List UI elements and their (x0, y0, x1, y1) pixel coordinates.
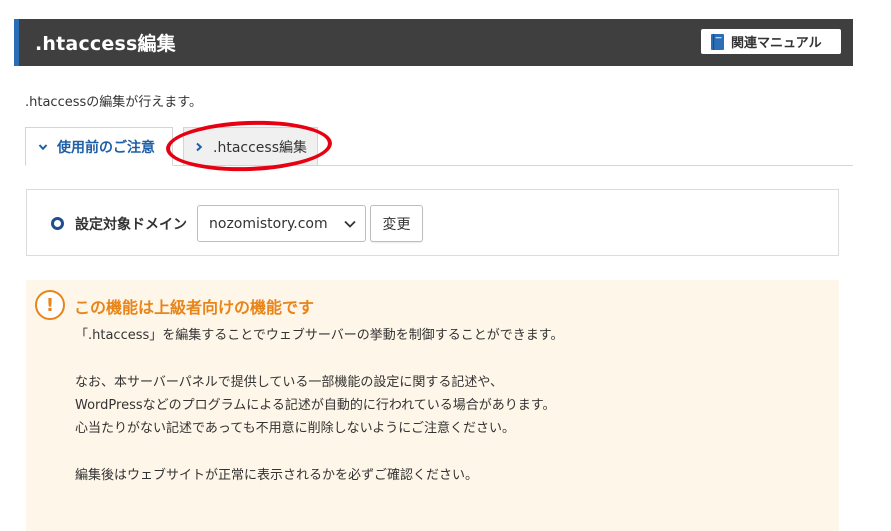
notice-line: 「.htaccess」を編集することでウェブサーバーの挙動を制御することができま… (75, 328, 564, 343)
notice-line: 心当たりがない記述であっても不用意に削除しないようにご注意ください。 (75, 421, 516, 436)
page-header: .htaccess編集 関連マニュアル (14, 19, 853, 66)
related-manual-button[interactable]: 関連マニュアル (701, 29, 841, 54)
notice-line: なお、本サーバーパネルで提供している一部機能の設定に関する記述や、 (75, 375, 503, 390)
radio-icon (51, 217, 64, 230)
page-description: .htaccessの編集が行えます。 (25, 95, 202, 110)
notice-line: 編集後はウェブサイトが正常に表示されるかを必ずご確認ください。 (75, 468, 479, 483)
domain-selector-panel: 設定対象ドメイン nozomistory.com 変更 (26, 189, 839, 256)
notice-title: この機能は上級者向けの機能です (74, 298, 315, 317)
page-title: .htaccess編集 (35, 33, 176, 55)
book-icon (711, 33, 724, 50)
warning-notice: ! この機能は上級者向けの機能です 「.htaccess」を編集することでウェブ… (26, 280, 839, 531)
warning-icon: ! (35, 290, 65, 320)
tab-precautions-label: 使用前のご注意 (57, 139, 155, 156)
tab-precautions[interactable]: 使用前のご注意 (25, 127, 173, 166)
notice-line: WordPressなどのプログラムによる記述が自動的に行われている場合があります… (75, 398, 556, 413)
domain-select[interactable]: nozomistory.com (197, 205, 366, 242)
related-manual-label: 関連マニュアル (731, 36, 822, 51)
change-button[interactable]: 変更 (370, 205, 423, 242)
chevron-down-icon (344, 220, 356, 228)
tab-htaccess-edit[interactable]: .htaccess編集 (183, 127, 318, 165)
domain-select-value: nozomistory.com (209, 215, 328, 232)
domain-label: 設定対象ドメイン (75, 217, 187, 233)
chevron-down-icon (38, 143, 48, 150)
tab-htaccess-edit-label: .htaccess編集 (213, 139, 307, 156)
chevron-right-icon (196, 142, 203, 151)
